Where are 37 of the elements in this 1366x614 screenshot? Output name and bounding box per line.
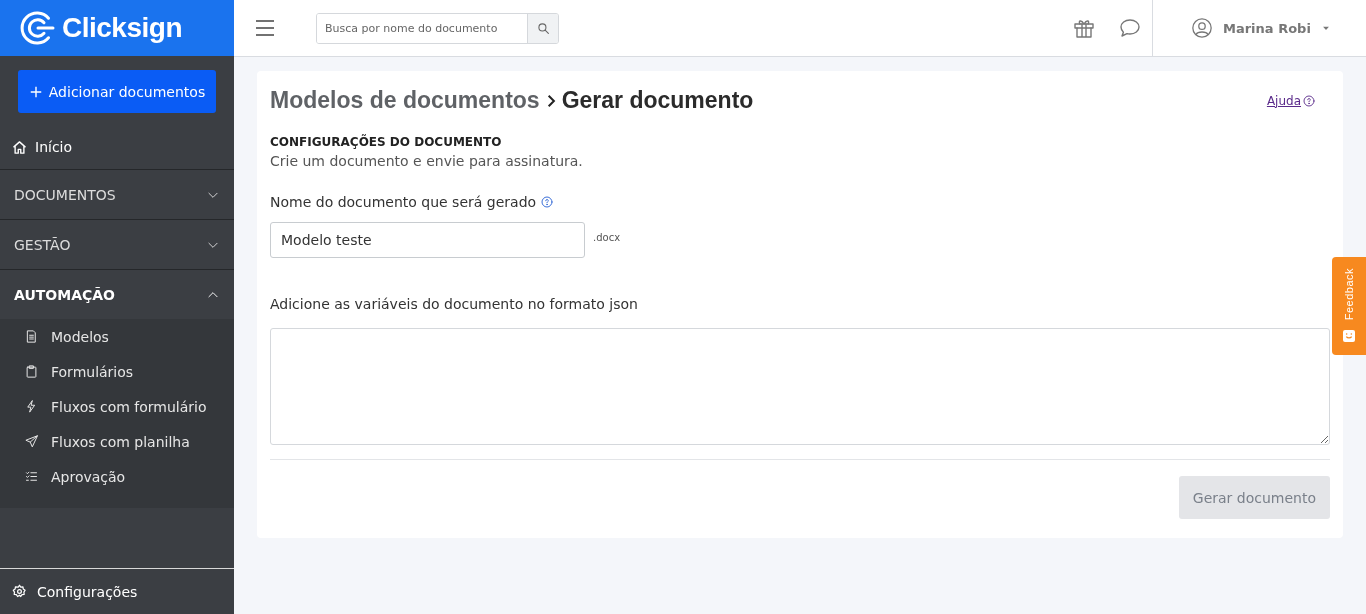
sidebar-item[interactable]: Fluxos com planilha bbox=[0, 424, 234, 459]
sidebar-section[interactable]: DOCUMENTOS bbox=[0, 170, 234, 219]
field-label: Nome do documento que será gerado bbox=[270, 194, 537, 210]
breadcrumb-link[interactable]: Modelos de documentos bbox=[270, 87, 540, 114]
brand-name: Clicksign bbox=[62, 12, 182, 44]
file-extension: .docx bbox=[593, 232, 621, 243]
search-field[interactable]: Busca por nome do documento bbox=[316, 12, 559, 44]
settings-icon bbox=[12, 584, 27, 599]
logo-icon bbox=[20, 10, 56, 46]
chat-bubble-icon[interactable] bbox=[1118, 16, 1142, 40]
sidebar-section[interactable]: GESTÃO bbox=[0, 220, 234, 269]
clipboard-icon bbox=[24, 364, 39, 379]
page-title: Gerar documento bbox=[561, 87, 754, 114]
sidebar-item[interactable]: Fluxos com formulário bbox=[0, 389, 234, 424]
help-icon bbox=[541, 196, 554, 208]
sidebar-item[interactable]: Modelos bbox=[0, 319, 234, 354]
field-label: Adicione as variáveis do documento no formato json bbox=[270, 296, 639, 312]
variables-field[interactable] bbox=[270, 328, 1330, 445]
home-icon bbox=[12, 139, 27, 155]
search-icon bbox=[536, 21, 550, 35]
help-icon bbox=[1303, 94, 1315, 107]
sidebar-item[interactable]: Formulários bbox=[0, 354, 234, 389]
section-subtitle: Crie um documento e envie para assinatura. bbox=[270, 153, 584, 169]
search-button[interactable] bbox=[527, 13, 558, 43]
checklist-icon bbox=[24, 469, 39, 484]
user-avatar-icon bbox=[1191, 17, 1213, 39]
smiley-icon bbox=[1341, 328, 1357, 345]
add-documents-button[interactable]: Adicionar documentos bbox=[18, 70, 216, 113]
document-name-field[interactable]: Modelo teste bbox=[270, 222, 585, 258]
user-menu[interactable]: Marina Robi bbox=[1152, 0, 1366, 56]
document-icon bbox=[24, 329, 39, 344]
sidebar-item[interactable]: Aprovação bbox=[0, 459, 234, 494]
paper-plane-icon bbox=[24, 434, 39, 449]
help-link[interactable]: Ajuda bbox=[1266, 93, 1315, 108]
section-title: CONFIGURAÇÕES DO DOCUMENTO bbox=[270, 135, 503, 149]
sidebar-section[interactable]: AUTOMAÇÃO bbox=[0, 270, 234, 319]
plus-icon bbox=[28, 84, 43, 99]
